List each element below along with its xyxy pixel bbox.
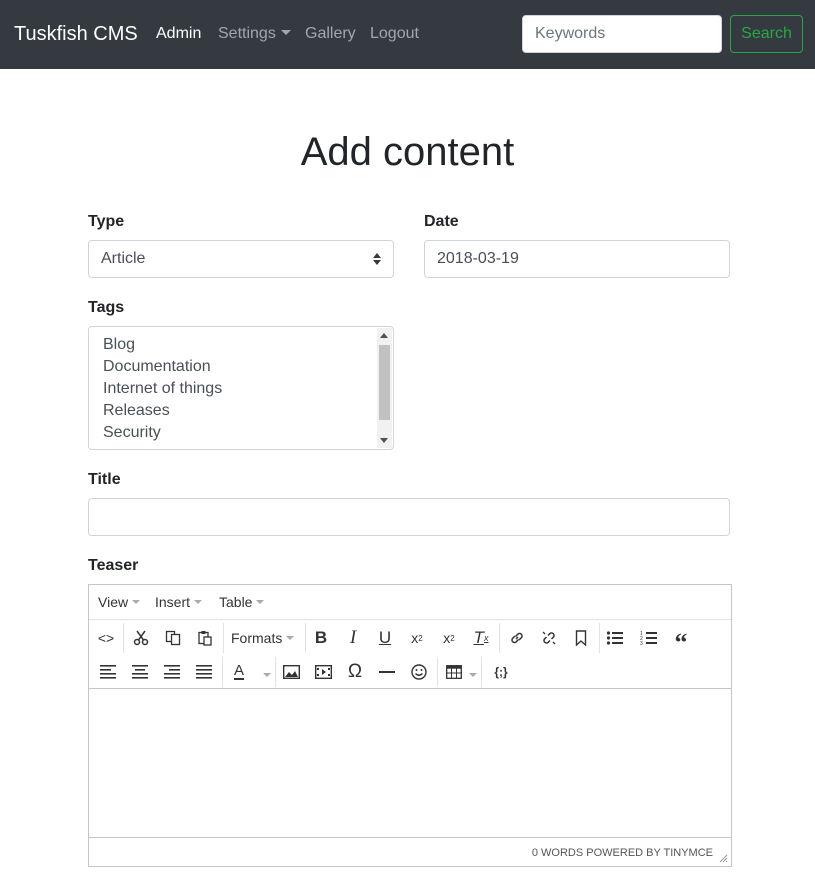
clear-formatting-icon[interactable]: Tx xyxy=(467,624,495,652)
horizontal-line-icon[interactable] xyxy=(373,658,401,686)
tag-option-releases[interactable]: Releases xyxy=(103,400,222,422)
top-navbar: Tuskfish CMS Admin Settings Gallery Logo… xyxy=(0,0,815,69)
teaser-editor: View Insert Table <> Formats B I U x2 x2… xyxy=(88,584,732,867)
toolbar-divider xyxy=(123,623,124,653)
toolbar-divider xyxy=(222,657,223,687)
tags-label: Tags xyxy=(88,299,125,316)
title-input[interactable] xyxy=(88,498,730,536)
tag-option-security[interactable]: Security xyxy=(103,422,222,444)
emoticon-icon[interactable] xyxy=(405,658,433,686)
toolbar-divider xyxy=(305,623,306,653)
page-title: Add content xyxy=(300,130,515,174)
bullet-list-icon[interactable] xyxy=(601,624,629,652)
text-color-icon[interactable]: A xyxy=(225,658,253,686)
chevron-down-icon[interactable] xyxy=(469,673,477,677)
cut-icon[interactable] xyxy=(127,624,155,652)
align-justify-icon[interactable] xyxy=(190,658,218,686)
toolbar-divider xyxy=(481,657,482,687)
select-arrows-icon xyxy=(373,253,381,265)
tags-multiselect[interactable]: Blog Documentation Internet of things Re… xyxy=(88,326,394,450)
tags-scrollbar[interactable] xyxy=(377,328,392,448)
editor-statusbar: 0 WORDS POWERED BY TINYMCE xyxy=(89,837,731,866)
bookmark-icon[interactable] xyxy=(567,624,595,652)
type-label: Type xyxy=(88,213,125,230)
menu-view-label: View xyxy=(98,594,129,610)
align-center-icon[interactable] xyxy=(126,658,154,686)
superscript-icon[interactable]: x2 xyxy=(403,624,431,652)
chevron-down-icon xyxy=(280,30,291,35)
title-label: Title xyxy=(88,471,121,488)
special-character-icon[interactable]: Ω xyxy=(341,658,369,686)
link-icon[interactable] xyxy=(503,624,531,652)
brand-link[interactable]: Tuskfish CMS xyxy=(14,21,138,47)
toolbar-divider xyxy=(499,623,500,653)
chevron-down-icon xyxy=(286,636,295,640)
chevron-down-icon xyxy=(194,600,203,604)
numbered-list-icon[interactable]: 123 xyxy=(635,624,663,652)
menu-table-label: Table xyxy=(219,594,253,610)
menu-table[interactable]: Table xyxy=(219,594,265,610)
date-input-value: 2018-03-19 xyxy=(437,250,519,267)
scroll-down-arrow-icon[interactable] xyxy=(380,438,388,443)
editor-toolbar: <> Formats B I U x2 x2 Tx 1 2 3 “ A Ω {;… xyxy=(89,620,731,689)
toolbar-divider xyxy=(437,657,438,687)
nav-link-gallery[interactable]: Gallery xyxy=(305,24,356,44)
subscript-icon[interactable]: x2 xyxy=(435,624,463,652)
resize-grip-icon[interactable] xyxy=(719,854,728,863)
svg-text:3: 3 xyxy=(640,641,643,646)
nav-link-logout[interactable]: Logout xyxy=(370,24,419,44)
toolbar-divider xyxy=(223,623,224,653)
bold-icon[interactable]: B xyxy=(307,624,335,652)
template-variable-icon[interactable]: {;} xyxy=(487,658,515,686)
image-icon[interactable] xyxy=(277,658,305,686)
nav-link-settings-label: Settings xyxy=(218,25,276,42)
menu-view[interactable]: View xyxy=(98,594,141,610)
align-right-icon[interactable] xyxy=(158,658,186,686)
formats-label: Formats xyxy=(231,630,283,646)
toolbar-divider xyxy=(275,657,276,687)
search-input[interactable] xyxy=(522,15,722,53)
copy-icon[interactable] xyxy=(159,624,187,652)
tags-options: Blog Documentation Internet of things Re… xyxy=(103,334,222,444)
date-input[interactable]: 2018-03-19 xyxy=(424,240,730,278)
italic-icon[interactable]: I xyxy=(339,624,367,652)
scroll-up-arrow-icon[interactable] xyxy=(380,333,388,338)
blockquote-icon[interactable]: “ xyxy=(667,624,695,657)
menu-insert[interactable]: Insert xyxy=(155,594,203,610)
table-icon[interactable] xyxy=(440,658,468,686)
nav-link-settings[interactable]: Settings xyxy=(218,24,291,44)
type-select[interactable]: Article xyxy=(88,240,394,278)
chevron-down-icon xyxy=(256,600,265,604)
chevron-down-icon xyxy=(132,600,141,604)
media-icon[interactable] xyxy=(309,658,337,686)
teaser-edit-area[interactable] xyxy=(89,689,731,837)
search-button[interactable]: Search xyxy=(730,15,803,53)
nav-link-admin[interactable]: Admin xyxy=(156,24,201,44)
underline-icon[interactable]: U xyxy=(371,624,399,652)
scroll-thumb[interactable] xyxy=(379,345,390,420)
tag-option-documentation[interactable]: Documentation xyxy=(103,356,222,378)
tag-option-internet-of-things[interactable]: Internet of things xyxy=(103,378,222,400)
teaser-label: Teaser xyxy=(88,557,139,574)
menu-insert-label: Insert xyxy=(155,594,191,610)
toolbar-divider xyxy=(599,623,600,653)
status-text: 0 WORDS POWERED BY TINYMCE xyxy=(531,847,713,859)
paste-icon[interactable] xyxy=(191,624,219,652)
align-left-icon[interactable] xyxy=(94,658,122,686)
editor-menubar: View Insert Table xyxy=(89,585,731,620)
formats-dropdown[interactable]: Formats xyxy=(231,630,295,646)
type-select-value: Article xyxy=(101,250,146,267)
unlink-icon[interactable] xyxy=(535,624,563,652)
chevron-down-icon[interactable] xyxy=(263,673,271,677)
source-code-icon[interactable]: <> xyxy=(92,624,120,652)
tag-option-blog[interactable]: Blog xyxy=(103,334,222,356)
date-label: Date xyxy=(424,213,459,230)
